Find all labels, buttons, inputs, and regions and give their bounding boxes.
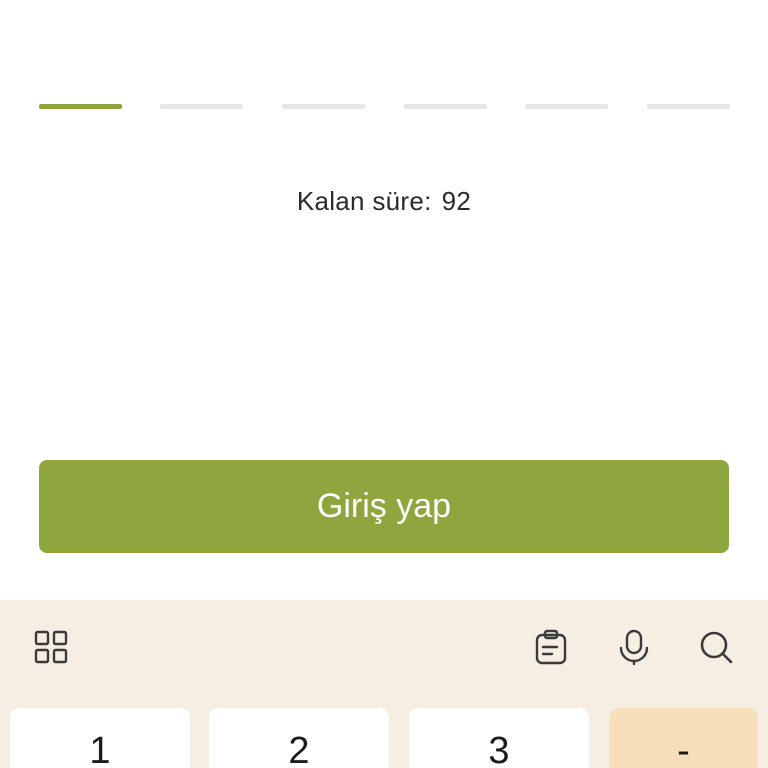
key-2[interactable]: 2 <box>209 708 389 768</box>
otp-indicator-6 <box>647 104 730 109</box>
otp-indicator-5 <box>525 104 608 109</box>
key-3[interactable]: 3 <box>409 708 589 768</box>
remaining-time-label: Kalan süre: <box>296 186 432 216</box>
otp-indicator-2 <box>160 104 243 109</box>
key-label: 1 <box>89 730 111 768</box>
microphone-icon[interactable] <box>615 628 653 666</box>
otp-indicator-3 <box>282 104 365 109</box>
remaining-time-value: 92 <box>441 186 472 216</box>
soft-keyboard: 1 2 3 - <box>0 600 768 768</box>
otp-indicator-4 <box>404 104 487 109</box>
search-icon[interactable] <box>697 628 735 666</box>
otp-indicator-1 <box>39 104 122 109</box>
login-button-label: Giriş yap <box>316 487 452 525</box>
key-label: 2 <box>288 730 310 768</box>
key-label: - <box>677 730 690 768</box>
login-button[interactable]: Giriş yap <box>39 460 729 553</box>
key-label: 3 <box>488 730 510 768</box>
remaining-time: Kalan süre: 92 <box>0 186 768 217</box>
clipboard-icon[interactable] <box>532 628 570 666</box>
otp-screen: Kalan süre: 92 Giriş yap 1 2 3 - <box>0 0 768 768</box>
otp-progress-indicators <box>39 104 730 110</box>
key-dash[interactable]: - <box>609 708 758 768</box>
apps-grid-icon[interactable] <box>32 628 70 666</box>
key-1[interactable]: 1 <box>10 708 190 768</box>
